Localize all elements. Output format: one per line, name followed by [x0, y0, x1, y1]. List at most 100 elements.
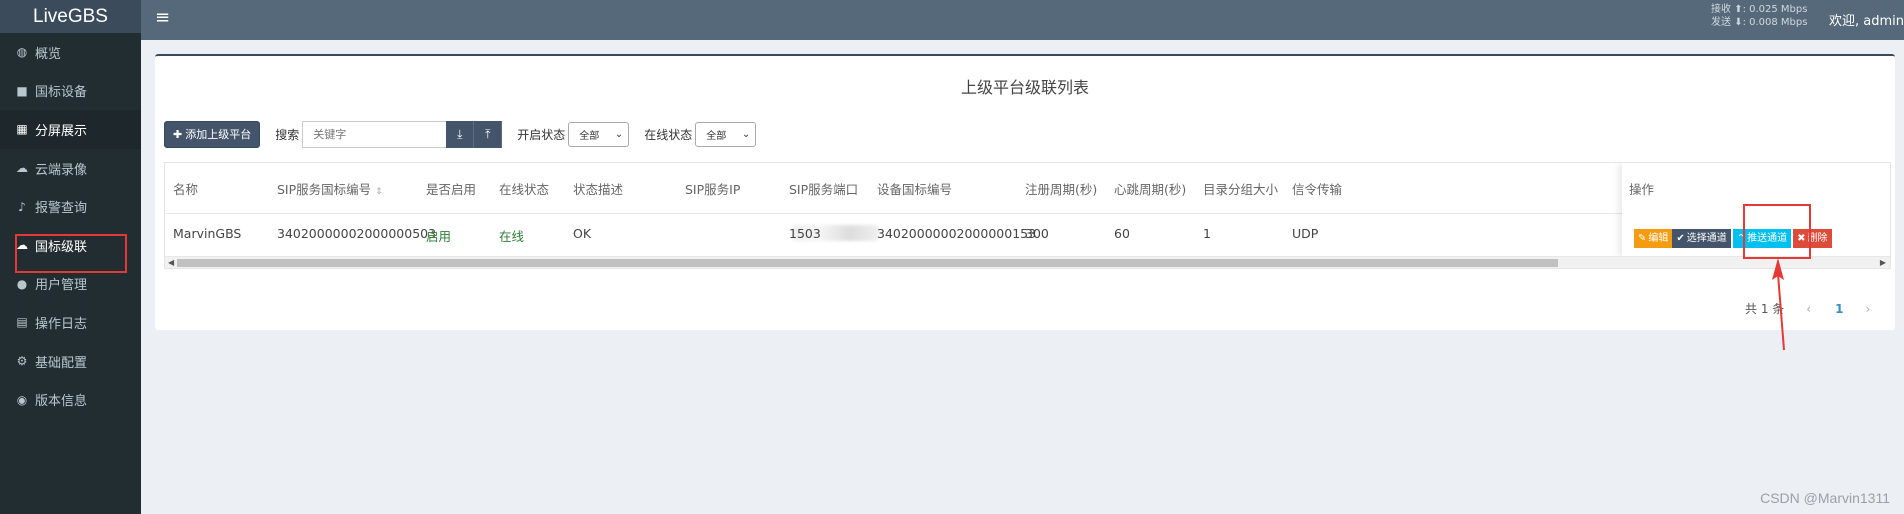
add-platform-label: 添加上级平台 [185, 127, 252, 141]
edit-label: 编辑 [1648, 233, 1669, 244]
user-welcome[interactable]: 欢迎, admin [1829, 10, 1904, 29]
prev-page-icon[interactable]: ‹ [1806, 302, 1811, 316]
col-header-name: 名称 [173, 182, 199, 197]
cell-transport: UDP [1292, 226, 1319, 241]
upload-icon: ⤒ [485, 126, 491, 141]
sidebar: LiveGBS ◍ 概览 ■ 国标设备 ▦ 分屏展示 ☁ 云端录像 ♪ 报警查询… [0, 0, 141, 514]
col-header-status: 状态描述 [573, 182, 624, 197]
sidebar-item-config[interactable]: ⚙ 基础配置 [0, 342, 141, 381]
rx-label: 接收 [1711, 4, 1731, 15]
edit-button[interactable]: ✎ 编辑 [1634, 229, 1673, 248]
sidebar-item-label: 用户管理 [35, 278, 88, 294]
check-icon: ✔ [1676, 233, 1685, 244]
delete-label: 删除 [1807, 233, 1828, 244]
download-button[interactable]: ⤓ [446, 120, 475, 148]
cell-enabled: 启用 [426, 229, 452, 244]
toolbar: ✚ 添加上级平台 搜索 ⤓ ⤒ 开启状态 全部 ⌄ 在线状态 全部 ⌄ [164, 120, 757, 148]
sort-icon[interactable]: ⇕ [375, 187, 383, 197]
sidebar-item-label: 基础配置 [35, 355, 88, 371]
pagination: 共 1 条 ‹ 1 › [1745, 300, 1870, 317]
col-header-enabled: 是否启用 [426, 182, 477, 197]
annotation-arrow-icon [1772, 258, 1785, 351]
sidebar-item-split-screen[interactable]: ▦ 分屏展示 [0, 110, 141, 149]
top-header: ≡ 接收 ⬆: 0.025 Mbps 发送 ⬇: 0.008 Mbps 欢迎, … [141, 0, 1904, 40]
page-title: 上级平台级联列表 [960, 78, 1089, 97]
sidebar-item-label: 云端录像 [35, 162, 88, 178]
sidebar-item-overview[interactable]: ◍ 概览 [0, 33, 141, 72]
col-header-sip-id[interactable]: SIP服务国标编号 ⇕ [277, 179, 383, 198]
scroll-right-icon[interactable]: ▶ [1880, 258, 1886, 267]
watermark: CSDN @Marvin1311 [1760, 490, 1890, 506]
bell-icon: ♪ [18, 199, 26, 214]
online-status-value: 全部 [706, 130, 727, 142]
add-platform-button[interactable]: ✚ 添加上级平台 [164, 120, 261, 148]
sidebar-item-devices[interactable]: ■ 国标设备 [0, 72, 141, 111]
horizontal-scrollbar[interactable]: ◀ ▶ [165, 257, 1890, 268]
push-channel-button[interactable]: ⌃ 推送通道 [1732, 229, 1792, 248]
scrollbar-thumb[interactable] [177, 259, 1558, 267]
cell-heartbeat-period: 60 [1114, 226, 1130, 241]
cell-name: MarvinGBS [173, 226, 242, 241]
search-label: 搜索 [275, 127, 300, 142]
cell-catalog-size: 1 [1203, 226, 1211, 241]
sidebar-item-users[interactable]: ● 用户管理 [0, 265, 141, 304]
close-icon: ✖ [1797, 233, 1806, 244]
scroll-left-icon[interactable]: ◀ [168, 258, 174, 267]
chevron-down-icon: ⌄ [614, 128, 624, 140]
push-channel-label: 推送通道 [1747, 233, 1788, 244]
file-icon: ▤ [16, 315, 28, 330]
sidebar-item-label: 版本信息 [35, 394, 88, 410]
chevron-up-icon: ⌃ [1736, 233, 1746, 244]
col-header-sip-port: SIP服务端口 [789, 182, 859, 197]
online-status-label: 在线状态 [644, 127, 693, 142]
rx-value: : 0.025 Mbps [1742, 4, 1808, 15]
network-stats: 接收 ⬆: 0.025 Mbps 发送 ⬇: 0.008 Mbps [1711, 3, 1807, 29]
sidebar-item-label: 操作日志 [35, 316, 88, 332]
cell-online: 在线 [499, 229, 525, 244]
online-status-select[interactable]: 全部 ⌄ [695, 121, 757, 147]
col-header-label: SIP服务国标编号 [277, 182, 372, 197]
plus-icon: ✚ [173, 127, 183, 141]
cloud-icon: ☁ [16, 161, 28, 176]
cascade-table: 名称 SIP服务国标编号 ⇕ 是否启用 在线状态 状态描述 SIP服务IP SI… [164, 162, 1891, 269]
col-header-heartbeat: 心跳周期(秒) [1114, 182, 1187, 197]
globe-icon: ◉ [16, 392, 28, 407]
col-header-register: 注册周期(秒) [1025, 182, 1098, 197]
cell-register-period: 300 [1025, 226, 1049, 241]
enabled-status-value: 全部 [579, 130, 600, 142]
row-actions: ✎ 编辑 ✔ 选择通道 ⌃ 推送通道 ✖ 删除 [1634, 229, 1832, 248]
sidebar-item-label: 概览 [35, 46, 62, 62]
dashboard-icon: ◍ [16, 45, 28, 60]
sidebar-item-logs[interactable]: ▤ 操作日志 [0, 303, 141, 342]
cell-sip-id: 34020000002000000503 [277, 226, 437, 241]
enabled-status-label: 开启状态 [517, 127, 566, 142]
app-logo[interactable]: LiveGBS [0, 0, 141, 33]
cloud-upload-icon: ☁ [16, 238, 28, 253]
cell-sip-port: 1503 [789, 226, 821, 241]
cell-device-id: 34020000002000000153 [877, 226, 1037, 241]
sidebar-item-cascade[interactable]: ☁ 国标级联 [0, 226, 141, 265]
col-header-catalog-size: 目录分组大小 [1203, 182, 1279, 197]
upload-button[interactable]: ⤒ [474, 120, 503, 148]
sidebar-item-label: 报警查询 [35, 201, 88, 217]
menu-toggle-icon[interactable]: ≡ [155, 7, 170, 28]
grid-icon: ▦ [16, 122, 28, 137]
col-header-transport: 信令传输 [1292, 182, 1343, 197]
col-header-online: 在线状态 [499, 182, 550, 197]
search-input[interactable] [302, 120, 447, 148]
arrow-up-icon: ⬆ [1734, 4, 1743, 15]
sidebar-menu: ◍ 概览 ■ 国标设备 ▦ 分屏展示 ☁ 云端录像 ♪ 报警查询 ☁ 国标级联 … [0, 33, 141, 419]
sidebar-item-alarm[interactable]: ♪ 报警查询 [0, 187, 141, 226]
sidebar-item-label: 分屏展示 [35, 123, 88, 139]
delete-button[interactable]: ✖ 删除 [1793, 229, 1832, 248]
tx-label: 发送 [1711, 17, 1731, 28]
select-channel-button[interactable]: ✔ 选择通道 [1672, 229, 1731, 248]
next-page-icon[interactable]: › [1865, 302, 1870, 316]
enabled-status-select[interactable]: 全部 ⌄ [568, 121, 630, 147]
sidebar-item-version[interactable]: ◉ 版本信息 [0, 380, 141, 419]
sidebar-item-label: 国标设备 [35, 85, 88, 101]
download-icon: ⤓ [457, 126, 463, 141]
gears-icon: ⚙ [16, 354, 28, 369]
sidebar-item-cloud-record[interactable]: ☁ 云端录像 [0, 149, 141, 188]
current-page[interactable]: 1 [1835, 302, 1843, 316]
